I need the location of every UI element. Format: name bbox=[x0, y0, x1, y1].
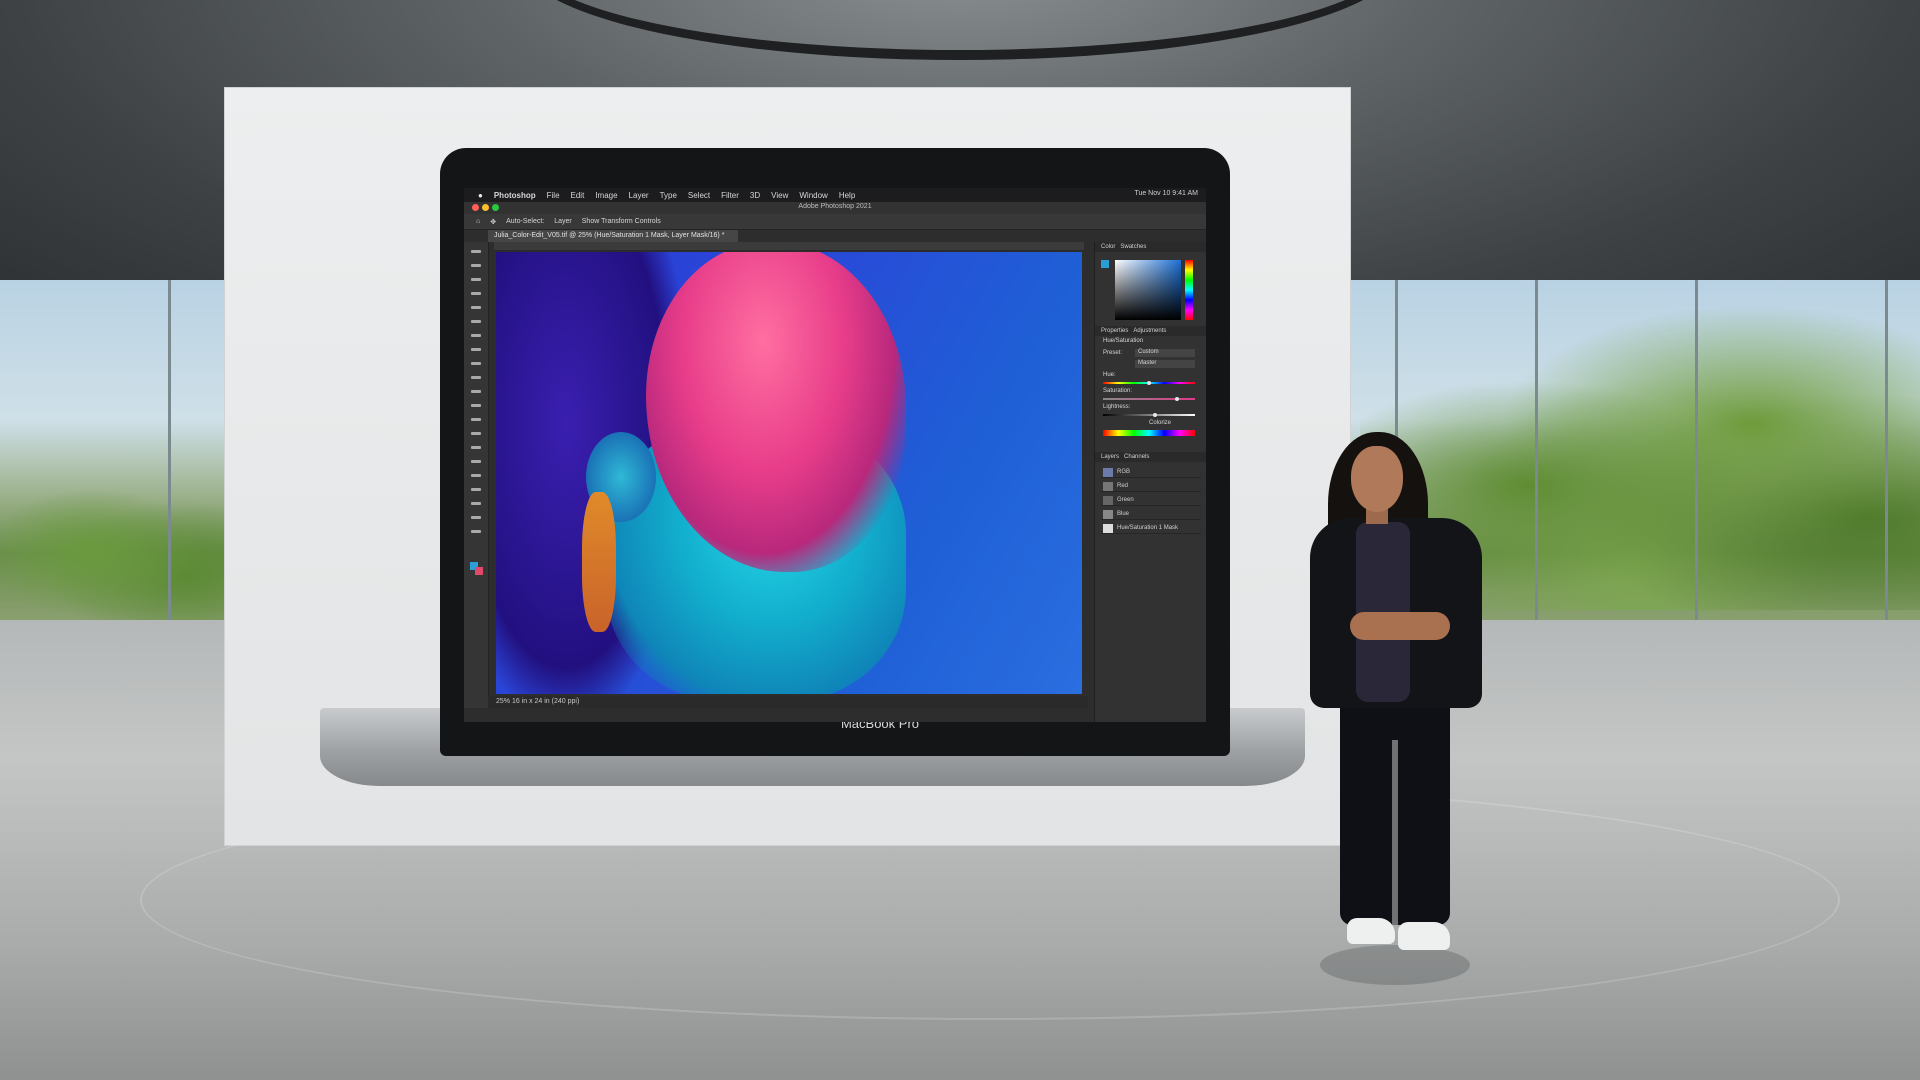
ruler-top bbox=[494, 242, 1084, 251]
laptop-screen: ● Photoshop File Edit Image Layer Type S… bbox=[464, 188, 1206, 722]
lasso-tool-icon[interactable] bbox=[471, 278, 481, 281]
menu-item-select[interactable]: Select bbox=[688, 191, 710, 200]
dodge-tool-icon[interactable] bbox=[471, 446, 481, 449]
eraser-tool-icon[interactable] bbox=[471, 404, 481, 407]
tab-layers[interactable]: Layers bbox=[1101, 454, 1119, 460]
channel-thumbnail bbox=[1103, 496, 1113, 505]
channel-dropdown[interactable]: Master bbox=[1135, 360, 1195, 368]
hue-label: Hue: bbox=[1103, 372, 1116, 378]
tab-adjustments[interactable]: Adjustments bbox=[1133, 328, 1166, 334]
menubar-clock: Tue Nov 10 9:41 AM bbox=[1134, 190, 1198, 197]
preset-label: Preset: bbox=[1103, 350, 1123, 356]
menu-item-filter[interactable]: Filter bbox=[721, 191, 739, 200]
channel-row[interactable]: Hue/Saturation 1 Mask bbox=[1101, 522, 1201, 534]
document-tab[interactable]: Julia_Color-Edit_V05.tif @ 25% (Hue/Satu… bbox=[488, 230, 738, 242]
crop-tool-icon[interactable] bbox=[471, 306, 481, 309]
eyedropper-tool-icon[interactable] bbox=[471, 334, 481, 337]
presenter-shoe-left bbox=[1347, 918, 1395, 944]
menu-item-type[interactable]: Type bbox=[660, 191, 677, 200]
channel-thumbnail bbox=[1103, 468, 1113, 477]
saturation-slider-track[interactable] bbox=[1103, 398, 1195, 400]
presenter-face bbox=[1351, 446, 1403, 512]
window-mullion bbox=[1885, 280, 1888, 630]
menu-item-3d[interactable]: 3D bbox=[750, 191, 760, 200]
tab-properties[interactable]: Properties bbox=[1101, 328, 1128, 334]
path-select-tool-icon[interactable] bbox=[471, 488, 481, 491]
menu-item-layer[interactable]: Layer bbox=[629, 191, 649, 200]
colorize-checkbox[interactable]: Colorize bbox=[1149, 420, 1171, 426]
move-tool-icon[interactable] bbox=[471, 250, 481, 253]
show-transform-controls-checkbox[interactable]: Show Transform Controls bbox=[582, 218, 661, 225]
hue-spectrum-bar bbox=[1103, 430, 1195, 436]
trees-left bbox=[0, 470, 230, 620]
presenter-leg-gap bbox=[1392, 740, 1398, 925]
adjustment-name: Hue/Saturation bbox=[1103, 338, 1144, 344]
auto-select-label[interactable]: Auto-Select: bbox=[506, 218, 544, 225]
window-mullion bbox=[1535, 280, 1538, 630]
menu-item-edit[interactable]: Edit bbox=[571, 191, 585, 200]
lightness-slider-track[interactable] bbox=[1103, 414, 1195, 416]
color-panel-header: Color Swatches bbox=[1095, 242, 1206, 252]
properties-panel-header: Properties Adjustments bbox=[1095, 326, 1206, 336]
healing-brush-tool-icon[interactable] bbox=[471, 348, 481, 351]
saturation-label: Saturation: bbox=[1103, 388, 1133, 394]
tab-color[interactable]: Color bbox=[1101, 244, 1115, 250]
document-canvas[interactable] bbox=[496, 252, 1082, 694]
home-icon[interactable]: ⌂ bbox=[476, 218, 480, 225]
tab-swatches[interactable]: Swatches bbox=[1120, 244, 1146, 250]
menu-item-window[interactable]: Window bbox=[799, 191, 827, 200]
menu-item-image[interactable]: Image bbox=[595, 191, 617, 200]
background-color-swatch[interactable] bbox=[475, 567, 483, 575]
mac-menubar: ● Photoshop File Edit Image Layer Type S… bbox=[464, 188, 1206, 202]
preset-dropdown[interactable]: Custom bbox=[1135, 349, 1195, 357]
color-panel-foreground[interactable] bbox=[1101, 260, 1109, 268]
frame-tool-icon[interactable] bbox=[471, 320, 481, 323]
document-status-bar: 25% 16 in x 24 in (240 ppi) bbox=[488, 696, 1088, 708]
channel-thumbnail bbox=[1103, 510, 1113, 519]
hue-slider-knob[interactable] bbox=[1147, 381, 1151, 385]
channel-row[interactable]: RGB bbox=[1101, 466, 1201, 478]
window-title: Adobe Photoshop 2021 bbox=[798, 203, 872, 210]
tab-channels[interactable]: Channels bbox=[1124, 454, 1149, 460]
channel-row[interactable]: Blue bbox=[1101, 508, 1201, 520]
history-brush-tool-icon[interactable] bbox=[471, 390, 481, 393]
type-tool-icon[interactable] bbox=[471, 474, 481, 477]
menu-item-view[interactable]: View bbox=[771, 191, 788, 200]
channel-thumbnail bbox=[1103, 482, 1113, 491]
menu-item-file[interactable]: File bbox=[547, 191, 560, 200]
saturation-slider-knob[interactable] bbox=[1175, 397, 1179, 401]
auto-select-dropdown[interactable]: Layer bbox=[554, 218, 572, 225]
layers-panel-header: Layers Channels bbox=[1095, 452, 1206, 462]
channel-thumbnail bbox=[1103, 524, 1113, 533]
blur-tool-icon[interactable] bbox=[471, 432, 481, 435]
zoom-tool-icon[interactable] bbox=[471, 530, 481, 533]
options-bar: ⌂ ✥ Auto-Select: Layer Show Transform Co… bbox=[464, 214, 1206, 230]
pen-tool-icon[interactable] bbox=[471, 460, 481, 463]
hand-tool-icon[interactable] bbox=[471, 516, 481, 519]
window-mullion bbox=[1695, 280, 1698, 630]
gradient-tool-icon[interactable] bbox=[471, 418, 481, 421]
presenter-shadow bbox=[1320, 945, 1470, 985]
clone-stamp-tool-icon[interactable] bbox=[471, 376, 481, 379]
quick-select-tool-icon[interactable] bbox=[471, 292, 481, 295]
move-tool-icon[interactable]: ✥ bbox=[490, 218, 496, 226]
photo-hair-strand bbox=[582, 492, 616, 632]
window-mullion bbox=[168, 280, 171, 630]
hue-slider[interactable] bbox=[1185, 260, 1193, 320]
rectangle-tool-icon[interactable] bbox=[471, 502, 481, 505]
brush-tool-icon[interactable] bbox=[471, 362, 481, 365]
channel-row[interactable]: Green bbox=[1101, 494, 1201, 506]
menu-item-help[interactable]: Help bbox=[839, 191, 855, 200]
marquee-tool-icon[interactable] bbox=[471, 264, 481, 267]
menu-item-photoshop[interactable]: Photoshop bbox=[494, 191, 536, 200]
lightness-slider-knob[interactable] bbox=[1153, 413, 1157, 417]
presenter-shoe-right bbox=[1398, 922, 1450, 950]
lightness-label: Lightness: bbox=[1103, 404, 1131, 410]
tools-panel bbox=[464, 242, 489, 708]
channel-row[interactable]: Red bbox=[1101, 480, 1201, 492]
apple-icon[interactable]: ● bbox=[478, 191, 483, 200]
color-picker-field[interactable] bbox=[1115, 260, 1181, 320]
right-panels: Color Swatches Properties Adjustments Hu… bbox=[1094, 242, 1206, 722]
presenter-hands bbox=[1350, 612, 1450, 640]
